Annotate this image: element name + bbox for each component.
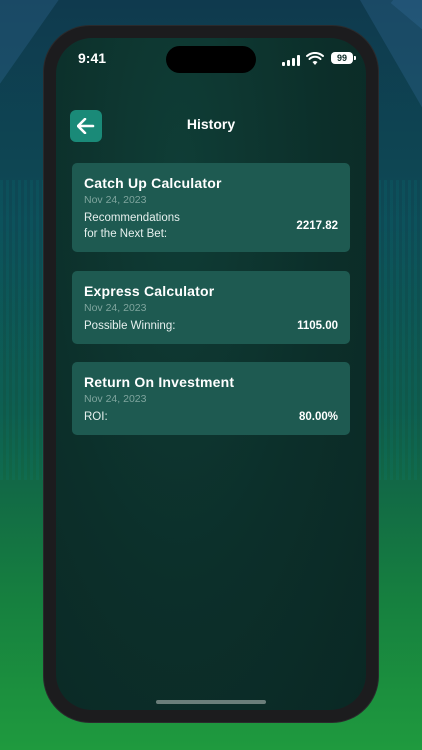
- card-label: Recommendations for the Next Bet:: [84, 210, 180, 242]
- card-label: Possible Winning:: [84, 320, 176, 332]
- card-result-row: ROI: 80.00%: [84, 409, 338, 425]
- history-card-catch-up[interactable]: Catch Up Calculator Nov 24, 2023 Recomme…: [72, 163, 350, 252]
- card-label-line: Recommendations: [84, 212, 180, 224]
- card-title: Return On Investment: [84, 374, 235, 390]
- card-title: Catch Up Calculator: [84, 175, 222, 191]
- battery-icon: 99: [331, 52, 353, 64]
- dynamic-island: [166, 46, 256, 73]
- signal-icon: [282, 55, 300, 66]
- card-label: ROI:: [84, 411, 108, 423]
- card-result-row: Recommendations for the Next Bet: 2217.8…: [84, 210, 338, 242]
- card-value: 80.00%: [298, 411, 338, 423]
- battery-tip: [354, 56, 356, 60]
- card-title: Express Calculator: [84, 283, 215, 299]
- card-value: 1105.00: [297, 320, 338, 332]
- history-card-express[interactable]: Express Calculator Nov 24, 2023 Possible…: [72, 271, 350, 344]
- page-title: History: [186, 116, 236, 132]
- card-date: Nov 24, 2023: [84, 302, 147, 314]
- app-screen: 9:41 99 History Catch Up Calculator Nov …: [56, 38, 366, 710]
- card-value: 2217.82: [296, 220, 338, 232]
- status-bar: 9:41 99: [56, 38, 366, 82]
- wifi-icon: [306, 52, 324, 65]
- card-result-row: Possible Winning: 1105.00: [84, 318, 338, 334]
- card-label-line: for the Next Bet:: [84, 228, 168, 240]
- phone-frame: 9:41 99 History Catch Up Calculator Nov …: [44, 26, 378, 722]
- history-card-roi[interactable]: Return On Investment Nov 24, 2023 ROI: 8…: [72, 362, 350, 435]
- card-date: Nov 24, 2023: [84, 194, 147, 206]
- card-date: Nov 24, 2023: [84, 393, 147, 405]
- home-indicator[interactable]: [156, 700, 266, 704]
- status-time: 9:41: [78, 50, 107, 66]
